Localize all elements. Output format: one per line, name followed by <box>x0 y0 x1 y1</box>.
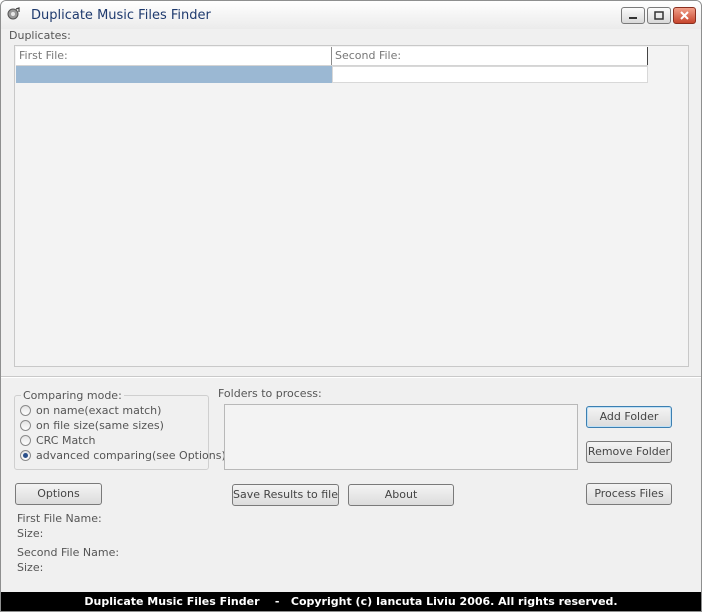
comparing-mode-title: Comparing mode: <box>21 389 124 402</box>
second-file-size-label: Size: <box>17 561 44 574</box>
first-file-size-label: Size: <box>17 527 44 540</box>
main-window: Duplicate Music Files Finder Duplicates:… <box>0 0 702 612</box>
radio-on-file-size[interactable]: on file size(same sizes) <box>20 418 164 432</box>
maximize-button[interactable] <box>647 7 671 24</box>
row-first-file-cell[interactable] <box>16 66 332 83</box>
close-icon <box>680 11 689 20</box>
minimize-button[interactable] <box>621 7 645 24</box>
options-button[interactable]: Options <box>15 483 102 505</box>
app-icon <box>7 7 20 20</box>
status-bar: Duplicate Music Files Finder - Copyright… <box>1 592 701 611</box>
radio-label: on name(exact match) <box>36 403 162 417</box>
radio-advanced-comparing[interactable]: advanced comparing(see Options) <box>20 448 226 462</box>
table-row[interactable] <box>16 66 648 83</box>
column-header-second-file[interactable]: Second File: <box>332 47 648 65</box>
row-second-file-cell[interactable] <box>332 66 648 83</box>
remove-folder-button[interactable]: Remove Folder <box>586 441 672 463</box>
minimize-icon <box>629 17 637 19</box>
about-button[interactable]: About <box>348 484 454 506</box>
radio-on-name[interactable]: on name(exact match) <box>20 403 161 417</box>
close-button[interactable] <box>673 7 696 24</box>
first-file-name-label: First File Name: <box>17 512 102 525</box>
folders-label: Folders to process: <box>218 387 322 400</box>
radio-button[interactable] <box>20 434 31 446</box>
duplicates-label: Duplicates: <box>9 29 71 42</box>
radio-crc-match[interactable]: CRC Match <box>20 433 96 447</box>
radio-button-selected[interactable] <box>20 449 31 461</box>
radio-button[interactable] <box>20 419 31 431</box>
add-folder-button[interactable]: Add Folder <box>586 406 672 428</box>
grid-header: First File: Second File: <box>16 47 648 66</box>
radio-button[interactable] <box>20 404 31 416</box>
save-results-button[interactable]: Save Results to file <box>232 484 339 506</box>
radio-label: CRC Match <box>36 433 96 447</box>
maximize-icon <box>654 11 664 20</box>
radio-label: on file size(same sizes) <box>36 418 164 432</box>
column-header-first-file[interactable]: First File: <box>16 47 332 65</box>
folders-list[interactable] <box>224 404 578 470</box>
window-title: Duplicate Music Files Finder <box>31 8 211 23</box>
title-bar[interactable]: Duplicate Music Files Finder <box>1 1 701 29</box>
second-file-name-label: Second File Name: <box>17 546 120 559</box>
process-files-button[interactable]: Process Files <box>586 483 672 505</box>
radio-label: advanced comparing(see Options) <box>36 448 226 462</box>
duplicates-grid[interactable]: First File: Second File: <box>14 45 689 367</box>
section-divider <box>1 376 701 378</box>
